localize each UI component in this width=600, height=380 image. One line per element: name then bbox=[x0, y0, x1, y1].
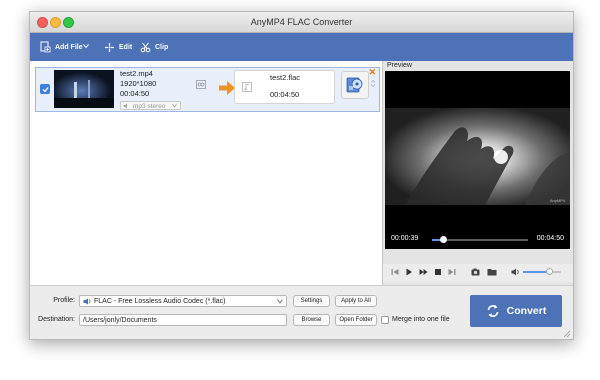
toolbar: Add File Edit Clip bbox=[30, 33, 573, 61]
seek-handle[interactable] bbox=[440, 236, 447, 243]
clip-label: Clip bbox=[155, 43, 169, 51]
preview-video[interactable]: AnyMP4 00:00:39 00:04:50 bbox=[385, 71, 570, 249]
check-icon bbox=[42, 86, 49, 92]
seek-bar[interactable] bbox=[432, 236, 528, 243]
clip-button[interactable]: Clip bbox=[140, 39, 168, 55]
edit-icon bbox=[105, 42, 114, 52]
skip-forward-icon[interactable] bbox=[448, 268, 456, 276]
convert-label: Convert bbox=[506, 305, 547, 317]
add-file-dropdown-icon[interactable] bbox=[83, 43, 89, 49]
video-thumbnail[interactable] bbox=[54, 70, 114, 108]
playback-controls bbox=[383, 264, 573, 282]
skip-back-icon[interactable] bbox=[391, 268, 399, 276]
audio-file-icon bbox=[242, 82, 252, 92]
volume-slider[interactable] bbox=[523, 268, 561, 275]
stop-icon[interactable] bbox=[434, 268, 442, 276]
seek-row: 00:00:39 00:04:50 bbox=[388, 235, 568, 245]
convert-arrow-icon bbox=[219, 81, 235, 95]
convert-icon bbox=[487, 305, 498, 317]
audio-track-value: mp3 stereo bbox=[133, 103, 166, 110]
add-file-label: Add File bbox=[55, 43, 83, 51]
codec-settings-icon bbox=[346, 77, 363, 93]
reorder-arrows-icon[interactable] bbox=[370, 79, 376, 88]
source-duration: 00:04:50 bbox=[120, 89, 150, 98]
snapshot-icon[interactable] bbox=[471, 268, 480, 276]
volume-handle[interactable] bbox=[546, 268, 553, 275]
bottom-panel: Profile: FLAC - Free Lossless Audio Code… bbox=[30, 285, 573, 339]
resize-grip-icon[interactable] bbox=[563, 330, 571, 338]
chevron-down-icon bbox=[172, 104, 177, 108]
file-list: test2.mp4 1920*1080 00:04:50 mp3 stereo … bbox=[30, 61, 383, 285]
profile-label: Profile: bbox=[53, 297, 75, 304]
open-folder-button[interactable]: Open Folder bbox=[335, 314, 377, 326]
item-checkbox[interactable] bbox=[40, 84, 50, 94]
audio-format-icon bbox=[83, 298, 91, 305]
total-time: 00:04:50 bbox=[536, 235, 564, 242]
profile-value: FLAC - Free Lossless Audio Codec (*.flac… bbox=[94, 298, 226, 305]
current-time: 00:00:39 bbox=[391, 235, 419, 242]
title-bar: AnyMP4 FLAC Converter bbox=[30, 12, 573, 33]
output-settings-button[interactable] bbox=[341, 71, 369, 99]
scissors-icon bbox=[140, 42, 151, 52]
browse-button[interactable]: Browse bbox=[293, 314, 330, 326]
profile-select[interactable]: FLAC - Free Lossless Audio Codec (*.flac… bbox=[79, 295, 287, 307]
media-info-icon[interactable] bbox=[196, 80, 206, 89]
edit-button[interactable]: Edit bbox=[104, 39, 132, 55]
preview-panel: Preview AnyMP4 00:00:39 00:04:50 bbox=[383, 61, 573, 285]
play-icon[interactable] bbox=[405, 268, 413, 276]
settings-button[interactable]: Settings bbox=[293, 295, 330, 307]
destination-field[interactable]: /Users/jonly/Documents bbox=[79, 314, 287, 326]
remove-item-icon[interactable]: ✕ bbox=[368, 67, 376, 78]
volume-icon[interactable] bbox=[511, 268, 520, 276]
folder-icon[interactable] bbox=[487, 268, 497, 276]
add-file-icon bbox=[40, 41, 51, 53]
edit-label: Edit bbox=[119, 43, 133, 51]
fast-forward-icon[interactable] bbox=[419, 268, 428, 276]
destination-label: Destination: bbox=[38, 316, 75, 323]
add-file-button[interactable]: Add File bbox=[40, 39, 83, 55]
preview-label: Preview bbox=[387, 62, 412, 69]
list-item[interactable]: test2.mp4 1920*1080 00:04:50 mp3 stereo … bbox=[35, 67, 380, 112]
audio-icon bbox=[123, 103, 127, 109]
window-title: AnyMP4 FLAC Converter bbox=[250, 17, 353, 27]
merge-label: Merge into one file bbox=[392, 316, 450, 323]
convert-button[interactable]: Convert bbox=[470, 295, 562, 327]
apply-to-all-button[interactable]: Apply to All bbox=[335, 295, 377, 307]
chevron-down-icon bbox=[277, 299, 283, 304]
video-watermark: AnyMP4 bbox=[550, 198, 566, 203]
preview-frame-image: AnyMP4 bbox=[385, 71, 570, 249]
target-duration: 00:04:50 bbox=[270, 90, 300, 99]
target-info: test2.flac 00:04:50 bbox=[234, 70, 335, 104]
audio-track-select[interactable]: mp3 stereo bbox=[120, 101, 181, 110]
thumbnail-image bbox=[54, 70, 114, 108]
app-window: AnyMP4 FLAC Converter Add File Edit Clip bbox=[29, 11, 574, 340]
merge-checkbox[interactable] bbox=[381, 316, 389, 324]
source-filename: test2.mp4 bbox=[120, 69, 153, 78]
target-filename: test2.flac bbox=[270, 73, 301, 82]
